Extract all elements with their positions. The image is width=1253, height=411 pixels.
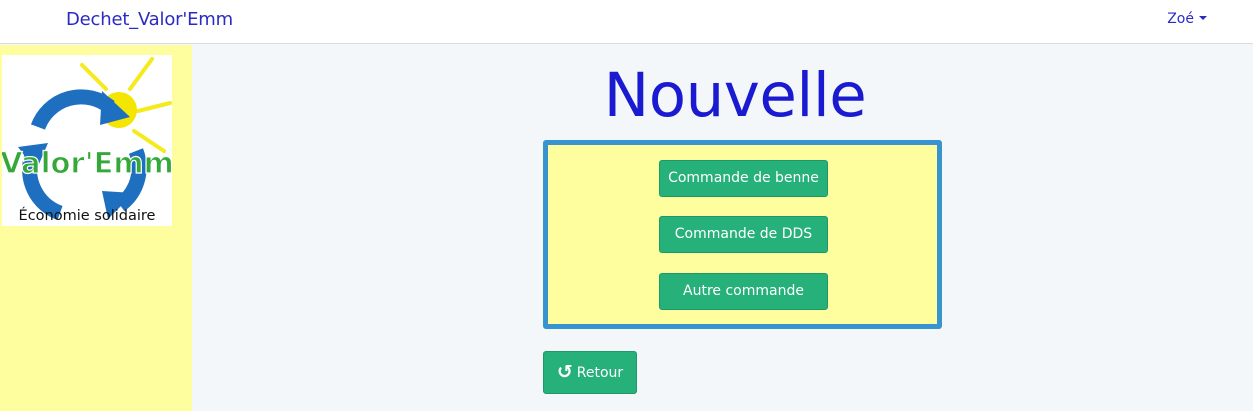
order-type-panel: Commande de benne Commande de DDS Autre … [543,140,942,329]
logo-caption: Économie solidaire [18,208,156,224]
valoremm-logo: Valor'Emm Économie solidaire [2,55,172,226]
user-name: Zoé [1167,11,1194,27]
logo-wordmark: Valor'Emm [2,146,172,180]
brand-link[interactable]: Dechet_Valor'Emm [66,9,233,30]
caret-down-icon [1199,16,1207,20]
sidebar: Valor'Emm Économie solidaire [0,45,192,411]
back-button[interactable]: ↺ Retour [543,351,637,394]
refresh-icon: ↺ [556,361,573,383]
user-menu-toggle[interactable]: Zoé [1167,11,1207,27]
order-other-button[interactable]: Autre commande [659,273,828,310]
order-dds-button[interactable]: Commande de DDS [659,216,828,253]
order-dumpster-button[interactable]: Commande de benne [659,160,828,197]
back-button-label: Retour [576,365,624,381]
top-navbar: Dechet_Valor'Emm Zoé [0,0,1253,44]
